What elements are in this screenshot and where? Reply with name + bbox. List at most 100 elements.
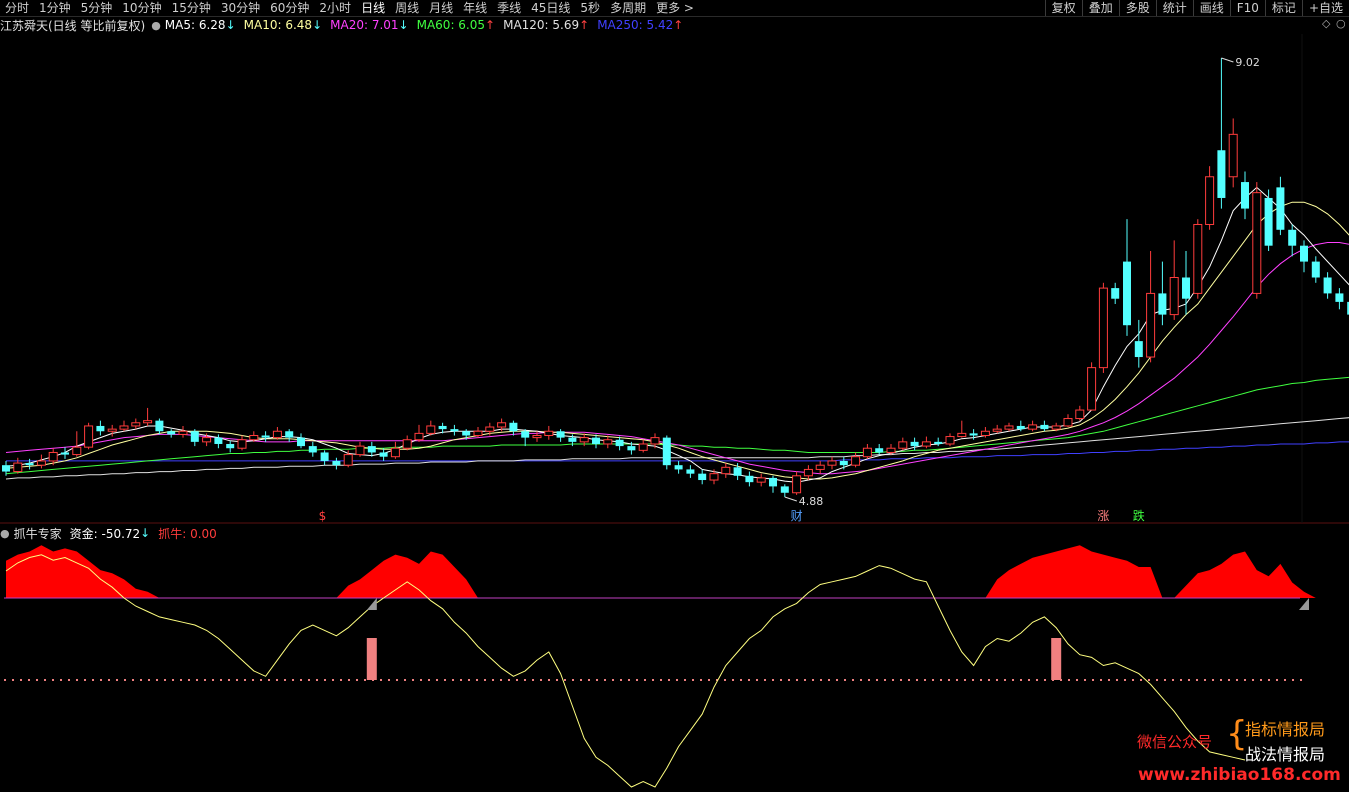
- candle-body-down: [25, 463, 34, 466]
- candle-body-up: [143, 420, 153, 424]
- candle-body-up: [803, 468, 813, 477]
- candle-body-up: [1193, 223, 1203, 294]
- candle-body-up: [1205, 176, 1215, 225]
- candle-body-up: [921, 441, 931, 447]
- candle-body-up: [249, 434, 259, 441]
- fund-area: [6, 545, 1349, 598]
- candle-body-down: [910, 441, 919, 447]
- candle-body-up: [957, 432, 967, 438]
- candle-body-up: [992, 428, 1002, 432]
- ma60-line: [5, 376, 1349, 475]
- candle-body-down: [592, 437, 600, 444]
- low-pointer: [784, 496, 797, 502]
- candle-body-down: [61, 452, 69, 455]
- candle-body-down: [1335, 293, 1344, 302]
- candle-body-down: [379, 452, 388, 457]
- candle-body-up: [756, 477, 766, 483]
- candle-body-up: [119, 425, 129, 430]
- candle-body-down: [320, 452, 329, 461]
- candle-body-down: [780, 486, 789, 493]
- candle-body-up: [638, 443, 648, 451]
- candle-body-up: [13, 462, 23, 473]
- candle-body-up: [414, 432, 424, 441]
- candle-body-down: [308, 446, 317, 453]
- candle-body-up: [390, 447, 400, 458]
- candle-body-up: [355, 445, 365, 456]
- candle-body-down: [509, 422, 518, 432]
- candle-body-up: [48, 451, 58, 462]
- candle-body-down: [261, 435, 270, 438]
- candle-body-down: [1040, 424, 1049, 430]
- watermark-line2: 战法情报局: [1245, 745, 1326, 764]
- candle-body-up: [485, 426, 495, 432]
- candle-body-up: [792, 475, 802, 494]
- candle-body-down: [556, 431, 565, 438]
- candle-body-down: [839, 460, 848, 466]
- candle-body-up: [579, 437, 589, 443]
- bull-bar: [366, 638, 377, 680]
- candle-body-up: [426, 425, 436, 434]
- candle-body-down: [450, 429, 459, 432]
- candle-body-down: [1311, 261, 1320, 278]
- candle-body-down: [462, 431, 471, 436]
- candle-body-up: [1028, 424, 1038, 430]
- candle-body-down: [969, 433, 978, 436]
- candle-body-up: [202, 437, 212, 443]
- candle-body-down: [1217, 150, 1226, 198]
- candle-body-down: [1300, 245, 1308, 262]
- event-marker-2: 涨: [1097, 508, 1109, 523]
- candle-body-up: [1252, 192, 1262, 294]
- candle-body-up: [473, 430, 483, 436]
- candle-body-down: [1134, 341, 1143, 358]
- candle-body-down: [662, 437, 671, 466]
- candle-body-down: [285, 431, 294, 438]
- event-marker-1: 财: [791, 509, 803, 523]
- high-pointer: [1221, 57, 1234, 63]
- candle-body-down: [214, 437, 223, 444]
- candle-body-up: [532, 434, 542, 439]
- candle-body-up: [1075, 409, 1085, 420]
- candle-body-up: [178, 430, 188, 435]
- candle-body-up: [827, 460, 837, 466]
- candle-body-up: [497, 422, 507, 428]
- candle-body-down: [1264, 197, 1273, 246]
- candle-body-up: [1146, 292, 1156, 358]
- event-marker-0: $: [319, 509, 327, 523]
- watermark-line1: 指标情报局: [1245, 720, 1326, 739]
- candle-body-down: [686, 469, 695, 474]
- candle-body-down: [96, 425, 105, 432]
- candle-body-down: [1241, 182, 1249, 209]
- candle-body-down: [226, 443, 235, 449]
- candle-body-up: [107, 428, 117, 432]
- candle-body-down: [1288, 229, 1297, 246]
- candle-body-up: [343, 454, 353, 466]
- candle-body-up: [603, 439, 613, 445]
- candle-body-down: [297, 437, 305, 447]
- candle-body-down: [627, 446, 636, 451]
- candle-body-up: [1169, 277, 1179, 316]
- candle-body-down: [1182, 277, 1190, 299]
- candle-body-up: [1228, 133, 1238, 178]
- candle-body-down: [521, 431, 530, 438]
- candle-body-up: [237, 439, 247, 449]
- candle-body-up: [886, 447, 896, 453]
- candle-body-up: [544, 430, 554, 436]
- gray-marker: [1299, 598, 1309, 610]
- candle-body-down: [2, 465, 10, 472]
- event-marker-3: 跌: [1133, 508, 1145, 523]
- candle-body-up: [1098, 287, 1108, 369]
- candle-body-down: [1111, 288, 1120, 299]
- candle-body-down: [615, 439, 624, 447]
- candle-body-up: [980, 430, 990, 436]
- candle-body-down: [1323, 277, 1332, 294]
- candle-body-down: [1276, 187, 1285, 230]
- watermark-url: www.zhibiao168.com: [1138, 765, 1341, 785]
- candle-body-up: [945, 436, 955, 445]
- low-label: 4.88: [799, 495, 824, 508]
- gray-marker: [366, 598, 377, 610]
- candle-body-down: [438, 425, 447, 430]
- kline-chart[interactable]: 9.02 4.88 $ 财 涨 跌: [0, 0, 1349, 792]
- candle-body-down: [745, 475, 754, 483]
- candle-body-down: [167, 431, 176, 435]
- candle-body-down: [367, 446, 376, 453]
